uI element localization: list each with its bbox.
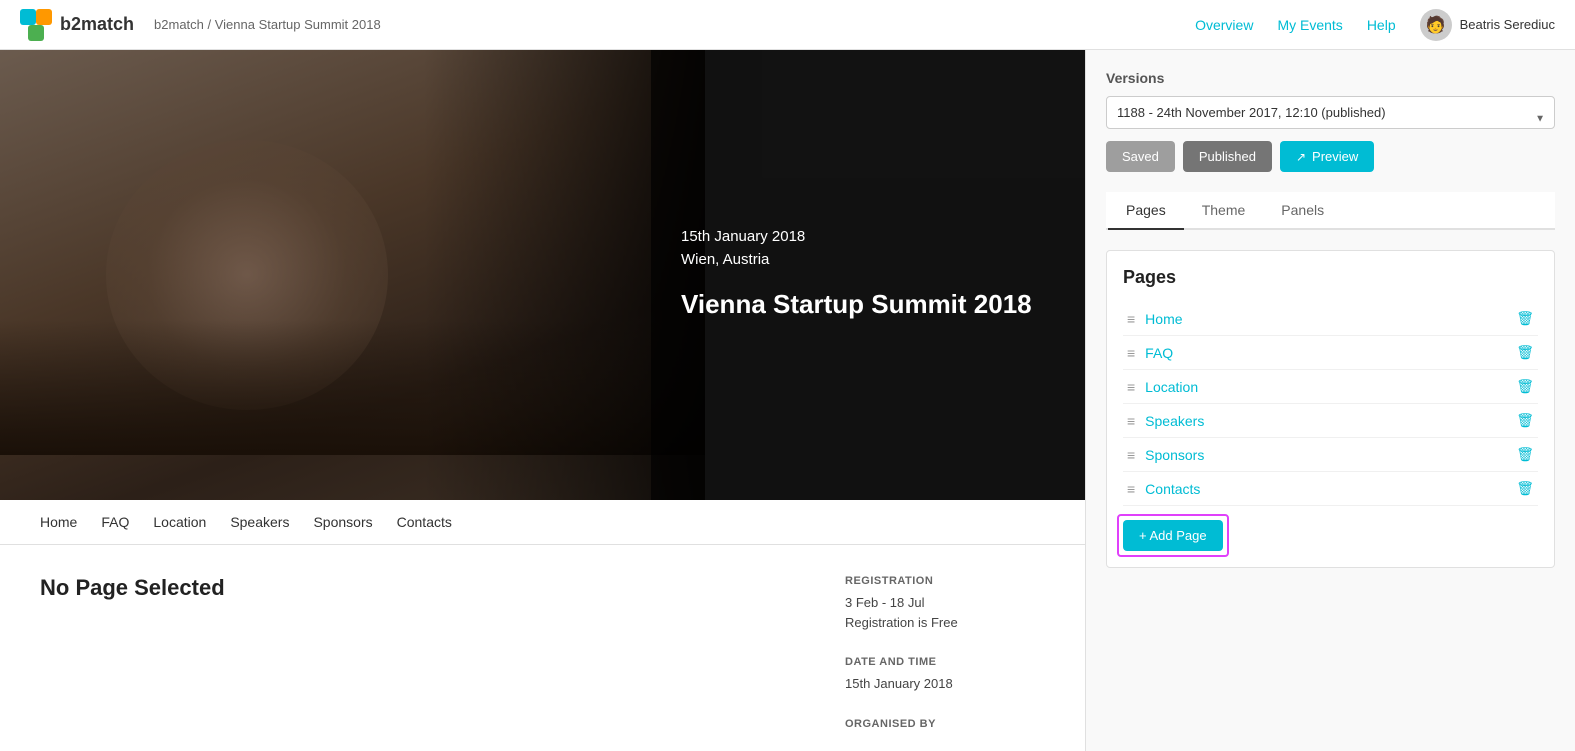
no-page-title: No Page Selected xyxy=(40,575,805,601)
drag-icon[interactable]: ≡ xyxy=(1127,345,1135,361)
published-button[interactable]: Published xyxy=(1183,141,1272,172)
registration-label: REGISTRATION xyxy=(845,575,1045,587)
hero-image xyxy=(0,50,705,500)
event-hero: 15th January 2018 Wien, Austria Vienna S… xyxy=(0,50,1085,500)
date-time-section: DATE AND TIME 15th January 2018 xyxy=(845,656,1045,694)
list-item: ≡ Contacts 🗑 xyxy=(1123,472,1538,506)
date-time-label: DATE AND TIME xyxy=(845,656,1045,668)
registration-section: REGISTRATION 3 Feb - 18 Jul Registration… xyxy=(845,575,1045,632)
versions-label: Versions xyxy=(1106,70,1555,86)
page-name-contacts[interactable]: Contacts xyxy=(1145,481,1516,497)
event-nav: Home FAQ Location Speakers Sponsors Cont… xyxy=(0,500,1085,545)
preview-button[interactable]: ↗ Preview xyxy=(1280,141,1374,172)
nav-my-events[interactable]: My Events xyxy=(1277,17,1342,33)
page-name-faq[interactable]: FAQ xyxy=(1145,345,1516,361)
pages-panel: Pages ≡ Home 🗑 ≡ FAQ 🗑 ≡ Location 🗑 ≡ Sp… xyxy=(1106,250,1555,568)
nav-overview[interactable]: Overview xyxy=(1195,17,1253,33)
header-nav: Overview My Events Help 🧑 Beatris Seredi… xyxy=(1195,9,1555,41)
event-body-left: No Page Selected xyxy=(40,575,805,751)
organised-by-label: ORGANISED BY xyxy=(845,718,1045,730)
hero-location: Wien, Austria xyxy=(681,251,1055,268)
header: b2match b2match / Vienna Startup Summit … xyxy=(0,0,1575,50)
delete-icon-speakers[interactable]: 🗑 xyxy=(1516,412,1534,429)
version-actions: Saved Published ↗ Preview xyxy=(1106,141,1555,172)
drag-icon[interactable]: ≡ xyxy=(1127,379,1135,395)
external-link-icon: ↗ xyxy=(1296,150,1306,164)
add-page-button[interactable]: + Add Page xyxy=(1123,520,1223,551)
list-item: ≡ Location 🗑 xyxy=(1123,370,1538,404)
pages-panel-title: Pages xyxy=(1123,267,1538,288)
delete-icon-home[interactable]: 🗑 xyxy=(1516,310,1534,327)
version-select[interactable]: 1188 - 24th November 2017, 12:10 (publis… xyxy=(1106,96,1555,129)
breadcrumb: b2match / Vienna Startup Summit 2018 xyxy=(154,17,381,32)
delete-icon-sponsors[interactable]: 🗑 xyxy=(1516,446,1534,463)
tab-theme[interactable]: Theme xyxy=(1184,192,1264,230)
version-select-wrapper[interactable]: 1188 - 24th November 2017, 12:10 (publis… xyxy=(1106,96,1555,141)
add-page-wrapper: + Add Page xyxy=(1123,520,1223,551)
registration-note: Registration is Free xyxy=(845,613,1045,633)
saved-button[interactable]: Saved xyxy=(1106,141,1175,172)
page-name-speakers[interactable]: Speakers xyxy=(1145,413,1516,429)
drag-icon[interactable]: ≡ xyxy=(1127,481,1135,497)
right-panel: Versions 1188 - 24th November 2017, 12:1… xyxy=(1085,50,1575,751)
page-name-sponsors[interactable]: Sponsors xyxy=(1145,447,1516,463)
list-item: ≡ Sponsors 🗑 xyxy=(1123,438,1538,472)
date-time-value: 15th January 2018 xyxy=(845,674,1045,694)
hero-date: 15th January 2018 xyxy=(681,228,1055,245)
tab-pages[interactable]: Pages xyxy=(1108,192,1184,230)
list-item: ≡ Home 🗑 xyxy=(1123,302,1538,336)
user-name: Beatris Serediuc xyxy=(1460,17,1555,32)
versions-section: Versions 1188 - 24th November 2017, 12:1… xyxy=(1106,70,1555,172)
hero-text: 15th January 2018 Wien, Austria Vienna S… xyxy=(651,50,1085,500)
event-nav-home[interactable]: Home xyxy=(40,514,77,530)
tab-panels[interactable]: Panels xyxy=(1263,192,1342,230)
delete-icon-location[interactable]: 🗑 xyxy=(1516,378,1534,395)
event-nav-location[interactable]: Location xyxy=(153,514,206,530)
nav-help[interactable]: Help xyxy=(1367,17,1396,33)
event-nav-contacts[interactable]: Contacts xyxy=(397,514,452,530)
event-nav-speakers[interactable]: Speakers xyxy=(230,514,289,530)
page-name-location[interactable]: Location xyxy=(1145,379,1516,395)
drag-icon[interactable]: ≡ xyxy=(1127,311,1135,327)
organised-by-section: ORGANISED BY xyxy=(845,718,1045,730)
delete-icon-faq[interactable]: 🗑 xyxy=(1516,344,1534,361)
content-area: 15th January 2018 Wien, Austria Vienna S… xyxy=(0,50,1085,751)
avatar[interactable]: 🧑 xyxy=(1420,9,1452,41)
event-body: No Page Selected REGISTRATION 3 Feb - 18… xyxy=(0,545,1085,751)
event-body-right: REGISTRATION 3 Feb - 18 Jul Registration… xyxy=(845,575,1045,751)
page-name-home[interactable]: Home xyxy=(1145,311,1516,327)
drag-icon[interactable]: ≡ xyxy=(1127,447,1135,463)
drag-icon[interactable]: ≡ xyxy=(1127,413,1135,429)
event-nav-faq[interactable]: FAQ xyxy=(101,514,129,530)
registration-dates: 3 Feb - 18 Jul xyxy=(845,593,1045,613)
event-nav-sponsors[interactable]: Sponsors xyxy=(313,514,372,530)
main-layout: 15th January 2018 Wien, Austria Vienna S… xyxy=(0,50,1575,751)
list-item: ≡ Speakers 🗑 xyxy=(1123,404,1538,438)
preview-label: Preview xyxy=(1312,149,1358,164)
logo[interactable]: b2match xyxy=(20,9,134,41)
logo-text: b2match xyxy=(60,14,134,35)
b2match-logo-icon xyxy=(20,9,52,41)
user-section: 🧑 Beatris Serediuc xyxy=(1420,9,1555,41)
hero-overlay xyxy=(0,50,705,500)
delete-icon-contacts[interactable]: 🗑 xyxy=(1516,480,1534,497)
panel-tabs: Pages Theme Panels xyxy=(1106,192,1555,230)
list-item: ≡ FAQ 🗑 xyxy=(1123,336,1538,370)
hero-title: Vienna Startup Summit 2018 xyxy=(681,288,1055,322)
